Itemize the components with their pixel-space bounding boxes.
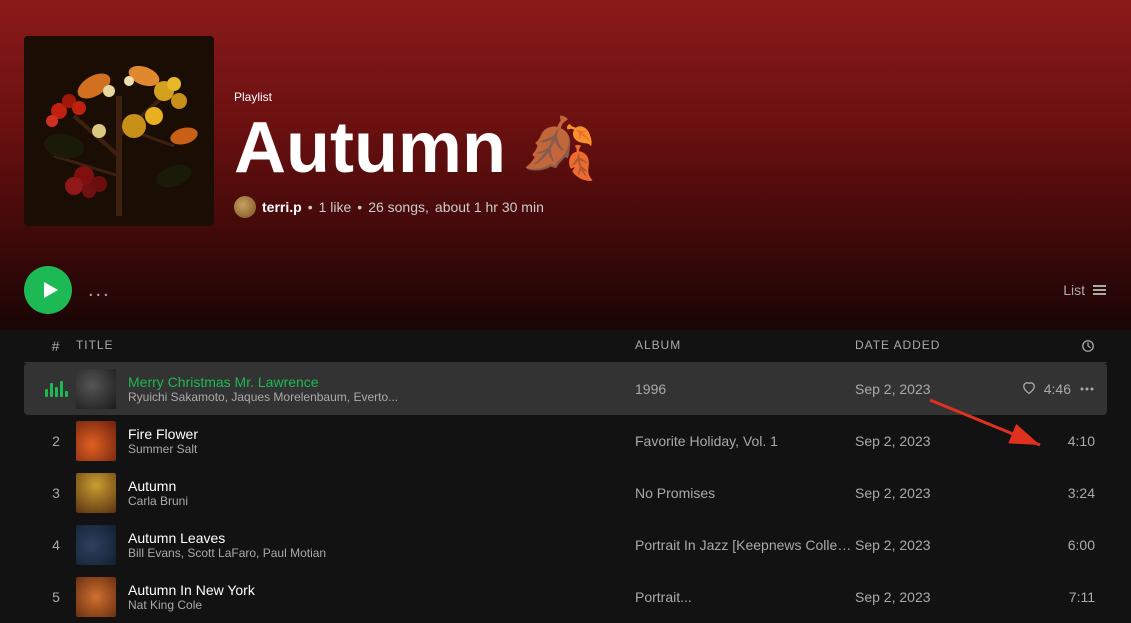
col-duration: 7:11 <box>1015 589 1095 605</box>
heart-icon[interactable] <box>1022 382 1036 396</box>
track-thumbnail <box>76 577 116 617</box>
track-artist: Carla Bruni <box>128 494 188 508</box>
col-album: Portrait In Jazz [Keepnews Collection] <box>635 537 855 553</box>
col-number: 4 <box>36 537 76 553</box>
col-date: Sep 2, 2023 <box>855 381 1015 397</box>
playlist-title-row: Autumn 🍂 <box>234 112 1107 184</box>
duration-value: 6:00 <box>1068 537 1095 553</box>
col-date: Sep 2, 2023 <box>855 433 1015 449</box>
track-number: 3 <box>52 485 60 501</box>
track-number: 5 <box>52 589 60 605</box>
col-date: Sep 2, 2023 <box>855 589 1015 605</box>
track-info: Autumn In New York Nat King Cole <box>76 577 635 617</box>
header-album: Album <box>635 338 855 354</box>
track-info: Autumn Carla Bruni <box>76 473 635 513</box>
play-button[interactable] <box>24 266 72 314</box>
col-album: 1996 <box>635 381 855 397</box>
track-title: Fire Flower <box>128 426 198 442</box>
playlist-type-label: Playlist <box>234 90 1107 104</box>
duration-value: 3:24 <box>1068 485 1095 501</box>
track-artist: Summer Salt <box>128 442 198 456</box>
controls-bar: ... List <box>0 250 1131 330</box>
col-date: Sep 2, 2023 <box>855 485 1015 501</box>
track-row[interactable]: 3 Autumn Carla Bruni No Promises Sep 2, … <box>24 467 1107 519</box>
playlist-artwork <box>24 36 214 226</box>
more-icon[interactable] <box>1079 381 1095 397</box>
col-number: 5 <box>36 589 76 605</box>
track-artist: Bill Evans, Scott LaFaro, Paul Motian <box>128 546 326 560</box>
playlist-info: Playlist Autumn 🍂 terri.p • 1 like • 26 … <box>234 90 1107 226</box>
col-duration: 4:10 <box>1015 433 1095 449</box>
track-thumbnail <box>76 369 116 409</box>
col-number: 3 <box>36 485 76 501</box>
likes-count: 1 like <box>319 199 352 215</box>
playlist-title: Autumn <box>234 112 506 184</box>
track-info: Fire Flower Summer Salt <box>76 421 635 461</box>
duration-value: 4:10 <box>1068 433 1095 449</box>
track-list-header: # Title Album Date added <box>24 330 1107 363</box>
header-duration <box>1015 338 1095 354</box>
track-text: Autumn In New York Nat King Cole <box>128 582 255 612</box>
track-text: Merry Christmas Mr. Lawrence Ryuichi Sak… <box>128 374 398 404</box>
track-thumbnail <box>76 421 116 461</box>
track-thumbnail <box>76 473 116 513</box>
track-thumbnail <box>76 525 116 565</box>
col-album: Portrait... <box>635 589 855 605</box>
track-artist: Nat King Cole <box>128 598 255 612</box>
track-number: 4 <box>52 537 60 553</box>
col-duration: 4:46 <box>1015 381 1095 397</box>
track-number: 2 <box>52 433 60 449</box>
track-info: Merry Christmas Mr. Lawrence Ryuichi Sak… <box>76 369 635 409</box>
track-artist: Ryuichi Sakamoto, Jaques Morelenbaum, Ev… <box>128 390 398 404</box>
track-list: # Title Album Date added Merry Christmas… <box>0 330 1131 623</box>
song-count: 26 songs, <box>368 199 429 215</box>
col-duration: 3:24 <box>1015 485 1095 501</box>
track-title: Autumn Leaves <box>128 530 326 546</box>
track-info: Autumn Leaves Bill Evans, Scott LaFaro, … <box>76 525 635 565</box>
track-row[interactable]: 4 Autumn Leaves Bill Evans, Scott LaFaro… <box>24 519 1107 571</box>
col-number: 2 <box>36 433 76 449</box>
track-row[interactable]: 5 Autumn In New York Nat King Cole Portr… <box>24 571 1107 623</box>
header-title: Title <box>76 338 635 354</box>
waveform <box>45 381 68 397</box>
header-num: # <box>36 338 76 354</box>
username[interactable]: terri.p <box>262 199 302 215</box>
more-options-button[interactable]: ... <box>88 279 111 302</box>
track-title: Merry Christmas Mr. Lawrence <box>128 374 398 390</box>
track-row[interactable]: 2 Fire Flower Summer Salt Favorite Holid… <box>24 415 1107 467</box>
col-album: Favorite Holiday, Vol. 1 <box>635 433 855 449</box>
playlist-header: Playlist Autumn 🍂 terri.p • 1 like • 26 … <box>0 0 1131 250</box>
avatar <box>234 196 256 218</box>
col-album: No Promises <box>635 485 855 501</box>
col-date: Sep 2, 2023 <box>855 537 1015 553</box>
duration-value: 7:11 <box>1069 589 1095 605</box>
track-title: Autumn <box>128 478 188 494</box>
playlist-meta: terri.p • 1 like • 26 songs, about 1 hr … <box>234 196 1107 218</box>
header-date: Date added <box>855 338 1015 354</box>
duration-value: 4:46 <box>1044 381 1071 397</box>
track-text: Autumn Carla Bruni <box>128 478 188 508</box>
leaf-decoration: 🍂 <box>522 113 597 184</box>
track-title: Autumn In New York <box>128 582 255 598</box>
duration: about 1 hr 30 min <box>435 199 544 215</box>
tracks-container: Merry Christmas Mr. Lawrence Ryuichi Sak… <box>24 363 1107 623</box>
col-number <box>36 381 76 397</box>
track-row[interactable]: Merry Christmas Mr. Lawrence Ryuichi Sak… <box>24 363 1107 415</box>
col-duration: 6:00 <box>1015 537 1095 553</box>
list-view-button[interactable]: List <box>1063 282 1107 298</box>
track-text: Fire Flower Summer Salt <box>128 426 198 456</box>
track-text: Autumn Leaves Bill Evans, Scott LaFaro, … <box>128 530 326 560</box>
